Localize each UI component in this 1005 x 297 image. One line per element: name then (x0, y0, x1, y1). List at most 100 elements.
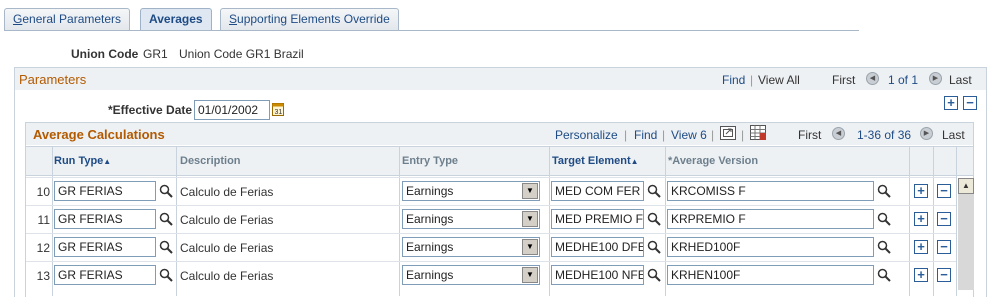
tab-supporting-elements-override[interactable]: Supporting Elements Override (220, 8, 399, 31)
sort-ascending-icon: ▲ (630, 157, 639, 166)
add-row-button[interactable]: + (944, 96, 958, 110)
column-divider (549, 146, 550, 296)
magnifier-icon[interactable] (647, 240, 661, 254)
grid-first-label: First (798, 128, 822, 142)
magnifier-icon[interactable] (159, 268, 173, 282)
magnifier-icon[interactable] (159, 240, 173, 254)
average-version-input[interactable]: KRHEN100F (667, 265, 874, 285)
column-divider (956, 146, 957, 296)
delete-row-button[interactable]: − (937, 240, 951, 254)
column-header-average-version: *Average Version (668, 155, 759, 167)
target-element-input[interactable]: MED PREMIO F (551, 209, 644, 229)
column-divider (52, 146, 53, 296)
magnifier-icon[interactable] (877, 212, 891, 226)
view-6-link[interactable]: View 6 (671, 128, 707, 142)
column-header-target-element[interactable]: Target Element▲ (552, 155, 639, 167)
run-type-input[interactable]: GR FERIAS (54, 181, 156, 201)
column-divider (933, 146, 934, 296)
row-divider (26, 261, 956, 262)
add-row-button[interactable]: + (914, 212, 928, 226)
union-code-label: Union Code (71, 47, 139, 61)
spreadsheet-icon[interactable] (750, 125, 766, 143)
grid-last-label: Last (942, 128, 965, 142)
run-type-input[interactable]: GR FERIAS (54, 237, 156, 257)
tab-averages[interactable]: Averages (140, 8, 212, 31)
entry-type-select[interactable]: Earnings ▼ (402, 237, 540, 257)
average-version-input[interactable]: KRHED100F (667, 237, 874, 257)
parameters-view-all: View All (758, 73, 800, 87)
parameters-last-label: Last (949, 73, 972, 87)
row-number: 10 (36, 185, 50, 199)
tab-accesskey: G (13, 12, 23, 26)
entry-type-select[interactable]: Earnings ▼ (402, 181, 540, 201)
magnifier-icon[interactable] (647, 184, 661, 198)
separator: | (711, 128, 715, 142)
chevron-down-icon: ▼ (522, 183, 538, 199)
description-text: Calculo de Ferias (180, 269, 274, 283)
column-header-run-type[interactable]: Run Type▲ (54, 155, 111, 167)
tab-label: upporting Elements Override (237, 12, 390, 26)
magnifier-icon[interactable] (877, 240, 891, 254)
description-text: Calculo de Ferias (180, 241, 274, 255)
next-arrow-icon[interactable]: ▶ (920, 127, 933, 140)
row-divider (26, 205, 956, 206)
new-window-icon[interactable] (720, 126, 736, 143)
tab-divider (4, 30, 859, 31)
entry-type-select[interactable]: Earnings ▼ (402, 265, 540, 285)
target-element-input[interactable]: MEDHE100 NFE (551, 265, 644, 285)
scroll-up-icon[interactable]: ▲ (958, 178, 974, 194)
tab-general-parameters[interactable]: General Parameters (4, 8, 131, 31)
delete-row-button[interactable]: − (937, 212, 951, 226)
column-divider (665, 146, 666, 296)
parameters-title: Parameters (19, 72, 87, 87)
add-row-button[interactable]: + (914, 240, 928, 254)
grid-header (26, 123, 973, 145)
previous-arrow-icon[interactable]: ◀ (866, 72, 879, 85)
vertical-scrollbar[interactable] (958, 178, 974, 290)
parameters-range: 1 of 1 (888, 73, 919, 87)
add-row-button[interactable]: + (914, 268, 928, 282)
magnifier-icon[interactable] (159, 184, 173, 198)
previous-arrow-icon[interactable]: ◀ (832, 127, 845, 140)
personalize-link[interactable]: Personalize (555, 128, 618, 142)
target-element-input[interactable]: MEDHE100 DFE (551, 237, 644, 257)
run-type-input[interactable]: GR FERIAS (54, 209, 156, 229)
column-label: Target Element (552, 155, 631, 167)
chevron-down-icon: ▼ (522, 239, 538, 255)
run-type-input[interactable]: GR FERIAS (54, 265, 156, 285)
tab-label: eneral Parameters (22, 12, 122, 26)
union-code-value: GR1 (143, 47, 168, 61)
magnifier-icon[interactable] (877, 268, 891, 282)
calendar-icon[interactable]: 31 (272, 102, 284, 119)
magnifier-icon[interactable] (647, 268, 661, 282)
delete-row-button[interactable]: − (937, 268, 951, 282)
grid-find-link[interactable]: Find (634, 128, 657, 142)
magnifier-icon[interactable] (159, 212, 173, 226)
magnifier-icon[interactable] (877, 184, 891, 198)
chevron-down-icon: ▼ (522, 267, 538, 283)
svg-text:31: 31 (275, 109, 283, 116)
row-number: 12 (36, 241, 50, 255)
next-arrow-icon[interactable]: ▶ (929, 72, 942, 85)
target-element-input[interactable]: MED COM FER (551, 181, 644, 201)
entry-type-value: Earnings (406, 268, 454, 282)
separator: | (741, 128, 745, 142)
delete-row-button[interactable]: − (963, 96, 977, 110)
magnifier-icon[interactable] (647, 212, 661, 226)
entry-type-value: Earnings (406, 240, 454, 254)
delete-row-button[interactable]: − (937, 184, 951, 198)
average-version-input[interactable]: KRPREMIO F (667, 209, 874, 229)
tab-label: Averages (149, 12, 203, 26)
entry-type-select[interactable]: Earnings ▼ (402, 209, 540, 229)
add-row-button[interactable]: + (914, 184, 928, 198)
column-header-description: Description (180, 155, 241, 167)
sort-ascending-icon: ▲ (103, 157, 112, 166)
average-version-input[interactable]: KRCOMISS F (667, 181, 874, 201)
grid-range: 1-36 of 36 (857, 128, 912, 142)
separator: | (750, 73, 754, 87)
parameters-find-link[interactable]: Find (722, 73, 745, 87)
separator: | (662, 128, 666, 142)
entry-type-value: Earnings (406, 184, 454, 198)
effective-date-input[interactable]: 01/01/2002 (194, 100, 270, 120)
separator: | (624, 128, 628, 142)
